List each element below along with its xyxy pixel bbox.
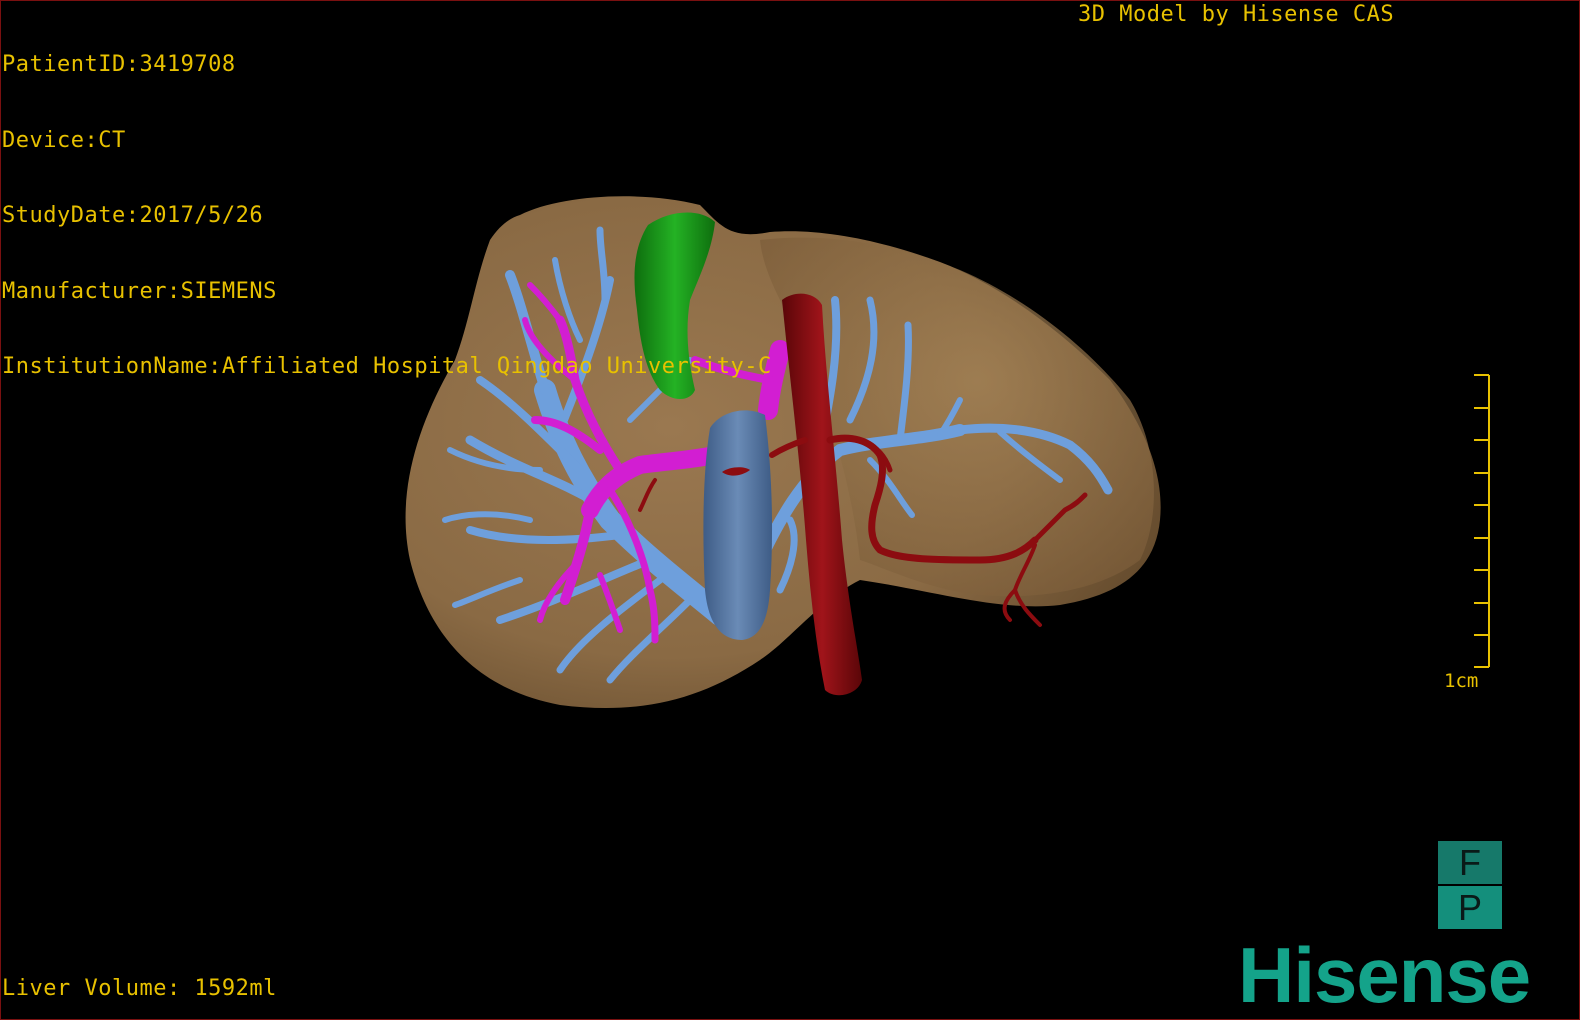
institution-label: InstitutionName:Affiliated Hospital Qing… [2, 354, 772, 379]
patient-info-overlay: PatientID:3419708 Device:CT StudyDate:20… [2, 2, 772, 405]
scale-bar [1474, 374, 1490, 668]
inferior-vena-cava[interactable] [703, 410, 773, 640]
model-credit-label: 3D Model by Hisense CAS [1078, 2, 1395, 27]
orientation-face-front[interactable]: F [1438, 841, 1502, 884]
study-date-label: StudyDate:2017/5/26 [2, 203, 264, 228]
orientation-cube[interactable]: F P [1438, 841, 1502, 929]
scale-label: 1cm [1444, 670, 1479, 692]
liver-volume-label: Liver Volume: 1592ml [2, 976, 277, 1001]
manufacturer-label: Manufacturer:SIEMENS [2, 278, 277, 304]
orientation-face-posterior[interactable]: P [1438, 886, 1502, 929]
device-label: Device:CT [2, 127, 126, 153]
patient-id-label: PatientID:3419708 [2, 52, 236, 77]
hisense-logo: Hisense [1238, 931, 1531, 1019]
